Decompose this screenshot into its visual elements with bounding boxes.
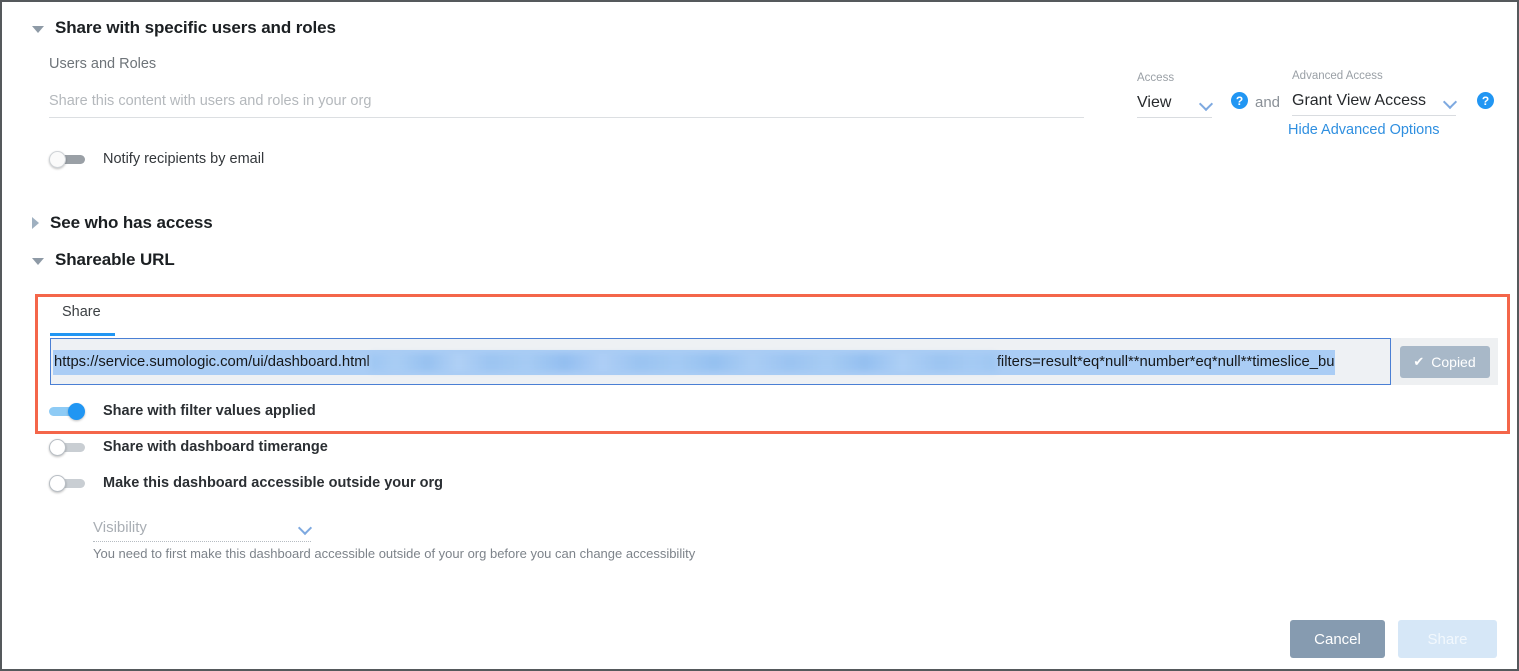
copy-button-container: ✔ Copied bbox=[1391, 338, 1498, 385]
access-label: Access bbox=[1137, 72, 1175, 84]
toggle-knob bbox=[68, 403, 85, 420]
share-with-filter-values-row[interactable]: Share with filter values applied bbox=[49, 403, 316, 420]
caret-down-icon[interactable] bbox=[32, 258, 44, 265]
advanced-access-select[interactable]: Grant View Access bbox=[1292, 92, 1456, 116]
toggle-knob bbox=[49, 151, 66, 168]
visibility-select-value: Visibility bbox=[93, 519, 147, 536]
advanced-access-help-icon[interactable]: ? bbox=[1477, 92, 1494, 109]
make-dashboard-public-toggle[interactable] bbox=[49, 475, 85, 492]
make-dashboard-public-label: Make this dashboard accessible outside y… bbox=[103, 475, 444, 491]
copy-url-button-label: Copied bbox=[1431, 353, 1476, 370]
toggle-advanced-options-link[interactable]: Hide Advanced Options bbox=[1288, 122, 1440, 138]
share-with-dashboard-timerange-toggle[interactable] bbox=[49, 439, 85, 456]
section-header-shareable-url[interactable]: Shareable URL bbox=[32, 250, 175, 270]
make-dashboard-public-row[interactable]: Make this dashboard accessible outside y… bbox=[49, 475, 444, 492]
notify-recipients-toggle[interactable] bbox=[49, 151, 85, 168]
tab-share[interactable]: Share bbox=[50, 300, 113, 329]
toggle-knob bbox=[49, 475, 66, 492]
caret-down-icon[interactable] bbox=[32, 26, 44, 33]
cancel-button[interactable]: Cancel bbox=[1290, 620, 1385, 658]
section-title-who-has-access: See who has access bbox=[50, 213, 213, 232]
section-title-share-users: Share with specific users and roles bbox=[55, 18, 336, 37]
shareable-url-redacted-segment bbox=[370, 354, 996, 371]
visibility-select: Visibility bbox=[93, 514, 311, 542]
share-with-filter-values-toggle[interactable] bbox=[49, 403, 85, 420]
chevron-down-icon[interactable] bbox=[1445, 96, 1456, 107]
section-header-who-has-access[interactable]: See who has access bbox=[32, 213, 213, 233]
section-title-shareable-url: Shareable URL bbox=[55, 250, 175, 269]
visibility-hint: You need to first make this dashboard ac… bbox=[93, 546, 696, 561]
notify-recipients-row[interactable]: Notify recipients by email bbox=[49, 151, 265, 168]
shareable-url-field[interactable]: https://service.sumologic.com/ui/dashboa… bbox=[50, 338, 1391, 385]
shareable-url-suffix: filters=result*eq*null**number*eq*null**… bbox=[996, 354, 1335, 370]
chevron-down-icon[interactable] bbox=[1201, 98, 1212, 109]
advanced-access-label: Advanced Access bbox=[1292, 70, 1383, 82]
check-icon: ✔ bbox=[1413, 353, 1425, 369]
access-select[interactable]: View bbox=[1137, 94, 1212, 118]
section-header-share-users[interactable]: Share with specific users and roles bbox=[32, 18, 336, 38]
share-with-dashboard-timerange-label: Share with dashboard timerange bbox=[103, 439, 328, 455]
advanced-access-select-value: Grant View Access bbox=[1292, 92, 1426, 109]
access-select-value: View bbox=[1137, 94, 1172, 111]
chevron-down-icon bbox=[300, 522, 311, 533]
access-help-icon[interactable]: ? bbox=[1231, 92, 1248, 109]
shareable-url-prefix: https://service.sumologic.com/ui/dashboa… bbox=[54, 354, 370, 370]
share-with-filter-values-label: Share with filter values applied bbox=[103, 403, 316, 419]
toggle-knob bbox=[49, 439, 66, 456]
share-tabstrip: Share bbox=[50, 300, 1490, 334]
share-button: Share bbox=[1398, 620, 1497, 658]
share-dialog-window: Share with specific users and roles User… bbox=[0, 0, 1519, 671]
notify-recipients-label: Notify recipients by email bbox=[103, 151, 265, 167]
users-and-roles-input[interactable] bbox=[49, 88, 1084, 118]
tab-share-underline bbox=[50, 333, 115, 336]
shareable-url-text[interactable]: https://service.sumologic.com/ui/dashboa… bbox=[53, 350, 1336, 375]
users-and-roles-label: Users and Roles bbox=[49, 56, 157, 72]
access-conjunction: and bbox=[1255, 94, 1281, 111]
share-with-dashboard-timerange-row[interactable]: Share with dashboard timerange bbox=[49, 439, 328, 456]
copy-url-button[interactable]: ✔ Copied bbox=[1399, 345, 1490, 378]
caret-right-icon[interactable] bbox=[32, 217, 39, 229]
